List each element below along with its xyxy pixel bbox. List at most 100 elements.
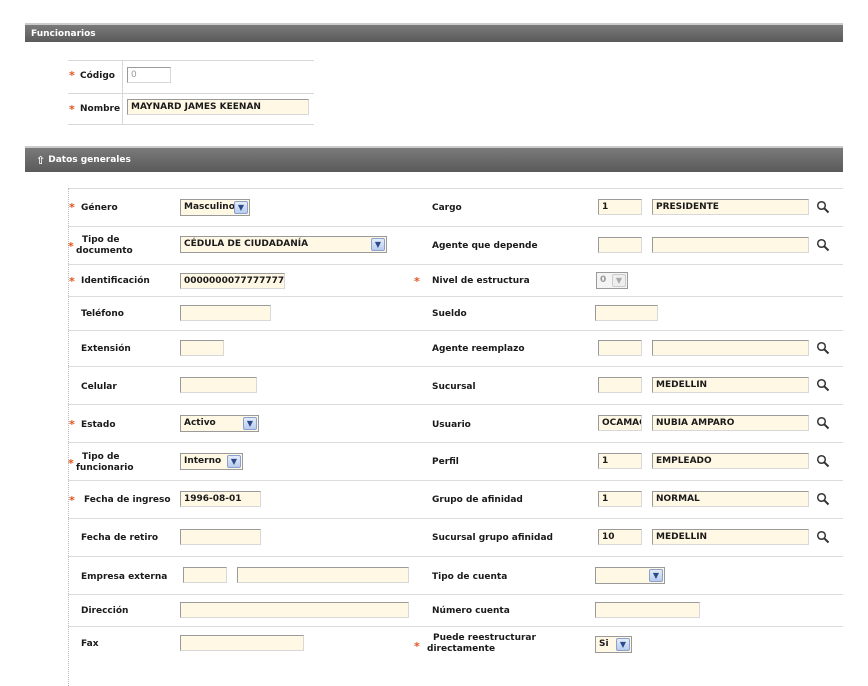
- telefono-input[interactable]: [180, 305, 271, 321]
- sucursal-grupo-input[interactable]: MEDELLIN: [652, 529, 809, 545]
- reestructurar-label-line1: Puede reestructurar: [433, 633, 536, 643]
- fecha-retiro-input[interactable]: [180, 529, 261, 545]
- divider: [68, 404, 843, 405]
- divider: [68, 480, 843, 481]
- divider: [68, 60, 314, 61]
- required-icon: *: [69, 69, 75, 82]
- numero-cuenta-label: Número cuenta: [432, 606, 510, 616]
- fecha-ingreso-label: Fecha de ingreso: [84, 495, 171, 505]
- required-icon: *: [68, 240, 74, 253]
- usuario-code-input[interactable]: OCAMAC: [598, 415, 642, 431]
- usuario-label: Usuario: [432, 420, 471, 430]
- search-icon[interactable]: [816, 530, 830, 544]
- required-icon: *: [414, 275, 420, 288]
- search-icon[interactable]: [816, 454, 830, 468]
- search-icon[interactable]: [816, 341, 830, 355]
- cargo-input[interactable]: PRESIDENTE: [652, 199, 809, 215]
- divider: [68, 556, 843, 557]
- celular-label: Celular: [81, 382, 117, 392]
- sucursal-grupo-code-input[interactable]: 10: [598, 529, 642, 545]
- usuario-input[interactable]: NUBIA AMPARO: [652, 415, 809, 431]
- estado-select[interactable]: Activo ▼: [180, 415, 259, 432]
- empresa-externa-code-input[interactable]: [183, 567, 227, 583]
- sueldo-label: Sueldo: [432, 309, 467, 319]
- genero-label: Género: [81, 203, 118, 213]
- tipo-doc-label-line2: documento: [76, 246, 133, 256]
- perfil-code-input[interactable]: 1: [598, 453, 642, 469]
- section-header-funcionarios: Funcionarios: [25, 23, 843, 42]
- search-icon[interactable]: [816, 492, 830, 506]
- direccion-label: Dirección: [81, 606, 129, 616]
- divider: [122, 60, 123, 124]
- tipo-func-label-line2: funcionario: [76, 463, 134, 473]
- tipo-doc-label-line1: Tipo de: [82, 235, 120, 245]
- section-title: Datos generales: [48, 155, 131, 165]
- chevron-down-icon: ▼: [243, 417, 257, 430]
- divider: [68, 226, 843, 227]
- direccion-input[interactable]: [180, 602, 409, 618]
- identificacion-label: Identificación: [81, 276, 150, 286]
- agente-depende-input[interactable]: [652, 237, 809, 253]
- agente-reemplazo-code-input[interactable]: [598, 340, 642, 356]
- extension-input[interactable]: [180, 340, 224, 356]
- tipo-func-select[interactable]: Interno ▼: [180, 453, 243, 470]
- fax-label: Fax: [81, 639, 99, 649]
- divider: [68, 124, 314, 125]
- tipo-doc-select[interactable]: CÉDULA DE CIUDADANÍA ▼: [180, 236, 387, 253]
- section-title: Funcionarios: [31, 28, 96, 39]
- numero-cuenta-input[interactable]: [595, 602, 700, 618]
- required-icon: *: [69, 103, 75, 116]
- search-icon[interactable]: [816, 238, 830, 252]
- genero-select[interactable]: Masculino ▼: [180, 199, 250, 216]
- code-label: Código: [80, 71, 115, 81]
- collapse-arrow-icon[interactable]: ⇧: [36, 154, 45, 167]
- search-icon[interactable]: [816, 416, 830, 430]
- section-header-datos-generales[interactable]: ⇧ Datos generales: [25, 146, 843, 172]
- extension-label: Extensión: [81, 344, 131, 354]
- sucursal-code-input[interactable]: [598, 377, 642, 393]
- tipo-cuenta-select[interactable]: ▼: [595, 567, 665, 584]
- agente-reemplazo-input[interactable]: [652, 340, 809, 356]
- divider: [68, 518, 843, 519]
- reestructurar-label-line2: directamente: [427, 644, 496, 654]
- identificacion-input[interactable]: 0000000077777777: [180, 273, 285, 289]
- sucursal-grupo-label: Sucursal grupo afinidad: [432, 533, 553, 543]
- divider: [68, 296, 843, 297]
- fecha-retiro-label: Fecha de retiro: [81, 533, 159, 543]
- telefono-label: Teléfono: [81, 309, 124, 319]
- divider: [68, 594, 843, 595]
- grupo-afinidad-input[interactable]: NORMAL: [652, 491, 809, 507]
- code-input[interactable]: 0: [127, 67, 171, 83]
- search-icon[interactable]: [816, 378, 830, 392]
- reestructurar-select[interactable]: Si ▼: [595, 636, 632, 653]
- sucursal-label: Sucursal: [432, 382, 476, 392]
- search-icon[interactable]: [816, 200, 830, 214]
- name-input[interactable]: MAYNARD JAMES KEENAN: [127, 99, 309, 115]
- grupo-afinidad-label: Grupo de afinidad: [432, 495, 523, 505]
- cargo-label: Cargo: [432, 203, 462, 213]
- grupo-afinidad-code-input[interactable]: 1: [598, 491, 642, 507]
- perfil-input[interactable]: EMPLEADO: [652, 453, 809, 469]
- required-icon: *: [69, 201, 75, 214]
- sucursal-input[interactable]: MEDELLIN: [652, 377, 809, 393]
- required-icon: *: [414, 640, 420, 653]
- agente-depende-code-input[interactable]: [598, 237, 642, 253]
- chevron-down-icon: ▼: [616, 638, 630, 651]
- divider: [68, 93, 314, 94]
- required-icon: *: [69, 418, 75, 431]
- empresa-externa-input[interactable]: [237, 567, 409, 583]
- chevron-down-icon: ▼: [371, 238, 385, 251]
- divider: [68, 188, 843, 189]
- chevron-down-icon: ▼: [234, 201, 248, 214]
- required-icon: *: [69, 494, 75, 507]
- nivel-select[interactable]: 0 ▼: [596, 272, 628, 289]
- name-label: Nombre: [80, 104, 121, 114]
- sueldo-input[interactable]: [595, 305, 658, 321]
- celular-input[interactable]: [180, 377, 257, 393]
- fecha-ingreso-input[interactable]: 1996-08-01: [180, 491, 261, 507]
- fax-input[interactable]: [180, 635, 304, 651]
- cargo-code-input[interactable]: 1: [598, 199, 642, 215]
- divider: [68, 330, 843, 331]
- nivel-label: Nivel de estructura: [432, 276, 530, 286]
- empresa-externa-label: Empresa externa: [81, 572, 168, 582]
